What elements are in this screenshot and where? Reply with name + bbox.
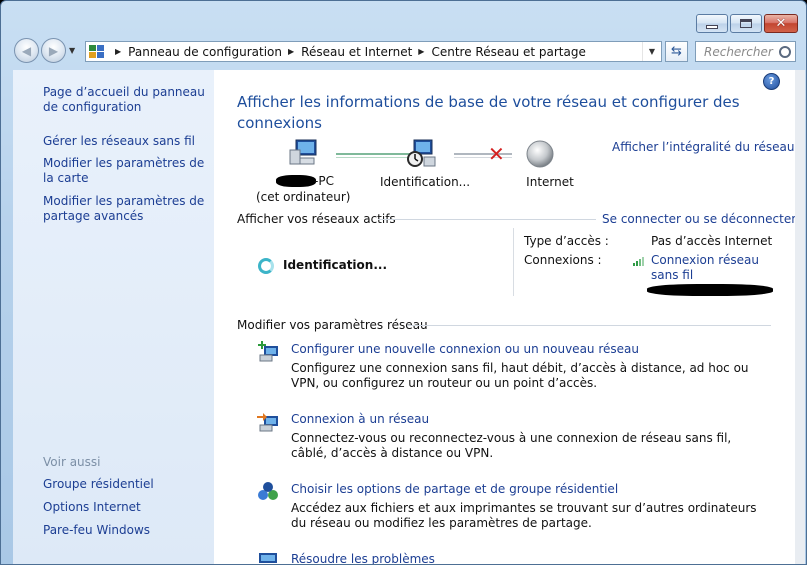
internet-globe-icon[interactable]	[525, 139, 555, 169]
control-panel-icon	[89, 44, 105, 59]
vertical-scrollbar[interactable]	[795, 70, 805, 564]
active-networks-heading: Afficher vos réseaux actifs	[237, 212, 396, 226]
redacted-computer-name	[276, 175, 316, 187]
close-icon: ✕	[775, 16, 787, 31]
connect-to-network-link[interactable]: Connexion à un réseau	[291, 412, 429, 426]
computer-caption: (cet ordinateur)	[256, 190, 351, 204]
change-adapter-settings-link[interactable]: Modifier les paramètres de la carte	[43, 156, 208, 186]
computer-name-suffix: -PC	[314, 174, 334, 188]
breadcrumb-chevron-icon[interactable]: ▶	[115, 47, 121, 56]
content-pane: ? Afficher les informations de base de v…	[214, 70, 795, 564]
busy-spinner-icon	[258, 258, 274, 274]
minimize-icon	[706, 24, 718, 29]
homegroup-sharing-icon	[258, 482, 278, 500]
help-icon: ?	[768, 76, 775, 87]
breadcrumb-control-panel[interactable]: Panneau de configuration	[128, 45, 282, 59]
network-icon[interactable]	[405, 138, 437, 170]
recent-pages-dropdown[interactable]: ▼	[69, 46, 75, 55]
history-buttons: ◀ ▶ ▼	[14, 38, 75, 63]
search-box[interactable]: Rechercher	[695, 41, 796, 62]
setup-connection-description: Configurez une connexion sans fil, haut …	[291, 361, 749, 390]
back-button[interactable]: ◀	[14, 38, 39, 63]
connect-to-network-icon	[257, 413, 278, 432]
search-icon	[779, 45, 791, 58]
wireless-signal-icon	[633, 257, 644, 266]
forward-arrow-icon: ▶	[48, 43, 59, 58]
vertical-divider	[513, 228, 514, 296]
redacted-network-name	[647, 284, 773, 296]
close-button[interactable]: ✕	[764, 14, 798, 33]
internet-label: Internet	[526, 175, 574, 189]
connect-disconnect-link[interactable]: Se connecter ou se déconnecter	[602, 212, 795, 226]
explorer-window: ✕ ◀ ▶ ▼ ▶ Panneau de configuration ▶ Rés…	[0, 0, 807, 565]
wireless-connection-link[interactable]: Connexion réseau sans fil	[651, 253, 771, 283]
sharing-options-description: Accédez aux fichiers et aux imprimantes …	[291, 501, 757, 530]
internet-options-link[interactable]: Options Internet	[43, 500, 208, 515]
computer-icon[interactable]	[288, 138, 318, 168]
task-pane: Page d’accueil du panneau de configurati…	[13, 70, 214, 564]
section-divider	[407, 325, 771, 326]
map-connector-line	[336, 157, 410, 158]
manage-wireless-networks-link[interactable]: Gérer les réseaux sans fil	[43, 134, 208, 149]
back-arrow-icon: ◀	[21, 43, 32, 58]
connections-label: Connexions :	[524, 253, 602, 267]
control-panel-home-link[interactable]: Page d’accueil du panneau de configurati…	[43, 85, 208, 115]
address-history-dropdown[interactable]: ▼	[642, 42, 661, 61]
breadcrumb-chevron-icon[interactable]: ▶	[288, 47, 294, 56]
troubleshoot-icon	[259, 553, 277, 563]
active-network-status: Identification...	[283, 258, 388, 272]
refresh-icon: ⇆	[671, 44, 682, 59]
change-settings-heading: Modifier vos paramètres réseau	[237, 318, 428, 332]
homegroup-link[interactable]: Groupe résidentiel	[43, 477, 208, 492]
setup-connection-link[interactable]: Configurer une nouvelle connexion ou un …	[291, 342, 639, 356]
troubleshoot-link[interactable]: Résoudre les problèmes	[291, 552, 435, 564]
see-also-heading: Voir aussi	[43, 455, 101, 469]
breadcrumb-network-sharing-center[interactable]: Centre Réseau et partage	[431, 45, 585, 59]
caption-buttons: ✕	[696, 14, 798, 33]
maximize-icon	[740, 19, 752, 28]
access-type-value: Pas d’accès Internet	[651, 234, 773, 248]
connect-to-network-description: Connectez-vous ou reconnectez-vous à une…	[291, 431, 732, 460]
map-connector-line	[336, 153, 410, 155]
address-bar[interactable]: ▶ Panneau de configuration ▶ Réseau et I…	[85, 41, 662, 62]
new-connection-icon	[258, 341, 278, 362]
breadcrumb-network-internet[interactable]: Réseau et Internet	[301, 45, 412, 59]
help-button[interactable]: ?	[763, 73, 780, 90]
windows-firewall-link[interactable]: Pare-feu Windows	[43, 523, 208, 538]
sharing-options-link[interactable]: Choisir les options de partage et de gro…	[291, 482, 618, 496]
page-title: Afficher les informations de base de vot…	[237, 93, 740, 132]
breadcrumb-chevron-icon[interactable]: ▶	[418, 47, 424, 56]
see-full-map-link[interactable]: Afficher l’intégralité du réseau	[612, 140, 794, 154]
no-connection-icon[interactable]: ✕	[488, 144, 505, 164]
section-divider	[378, 219, 596, 220]
minimize-button[interactable]	[696, 14, 728, 33]
refresh-button[interactable]: ⇆	[665, 41, 688, 62]
change-advanced-sharing-link[interactable]: Modifier les paramètres de partage avanc…	[43, 194, 208, 224]
network-label: Identification...	[380, 175, 471, 189]
search-placeholder: Rechercher	[704, 44, 773, 59]
access-type-label: Type d’accès :	[524, 234, 609, 248]
maximize-button[interactable]	[730, 14, 762, 33]
forward-button[interactable]: ▶	[41, 38, 66, 63]
